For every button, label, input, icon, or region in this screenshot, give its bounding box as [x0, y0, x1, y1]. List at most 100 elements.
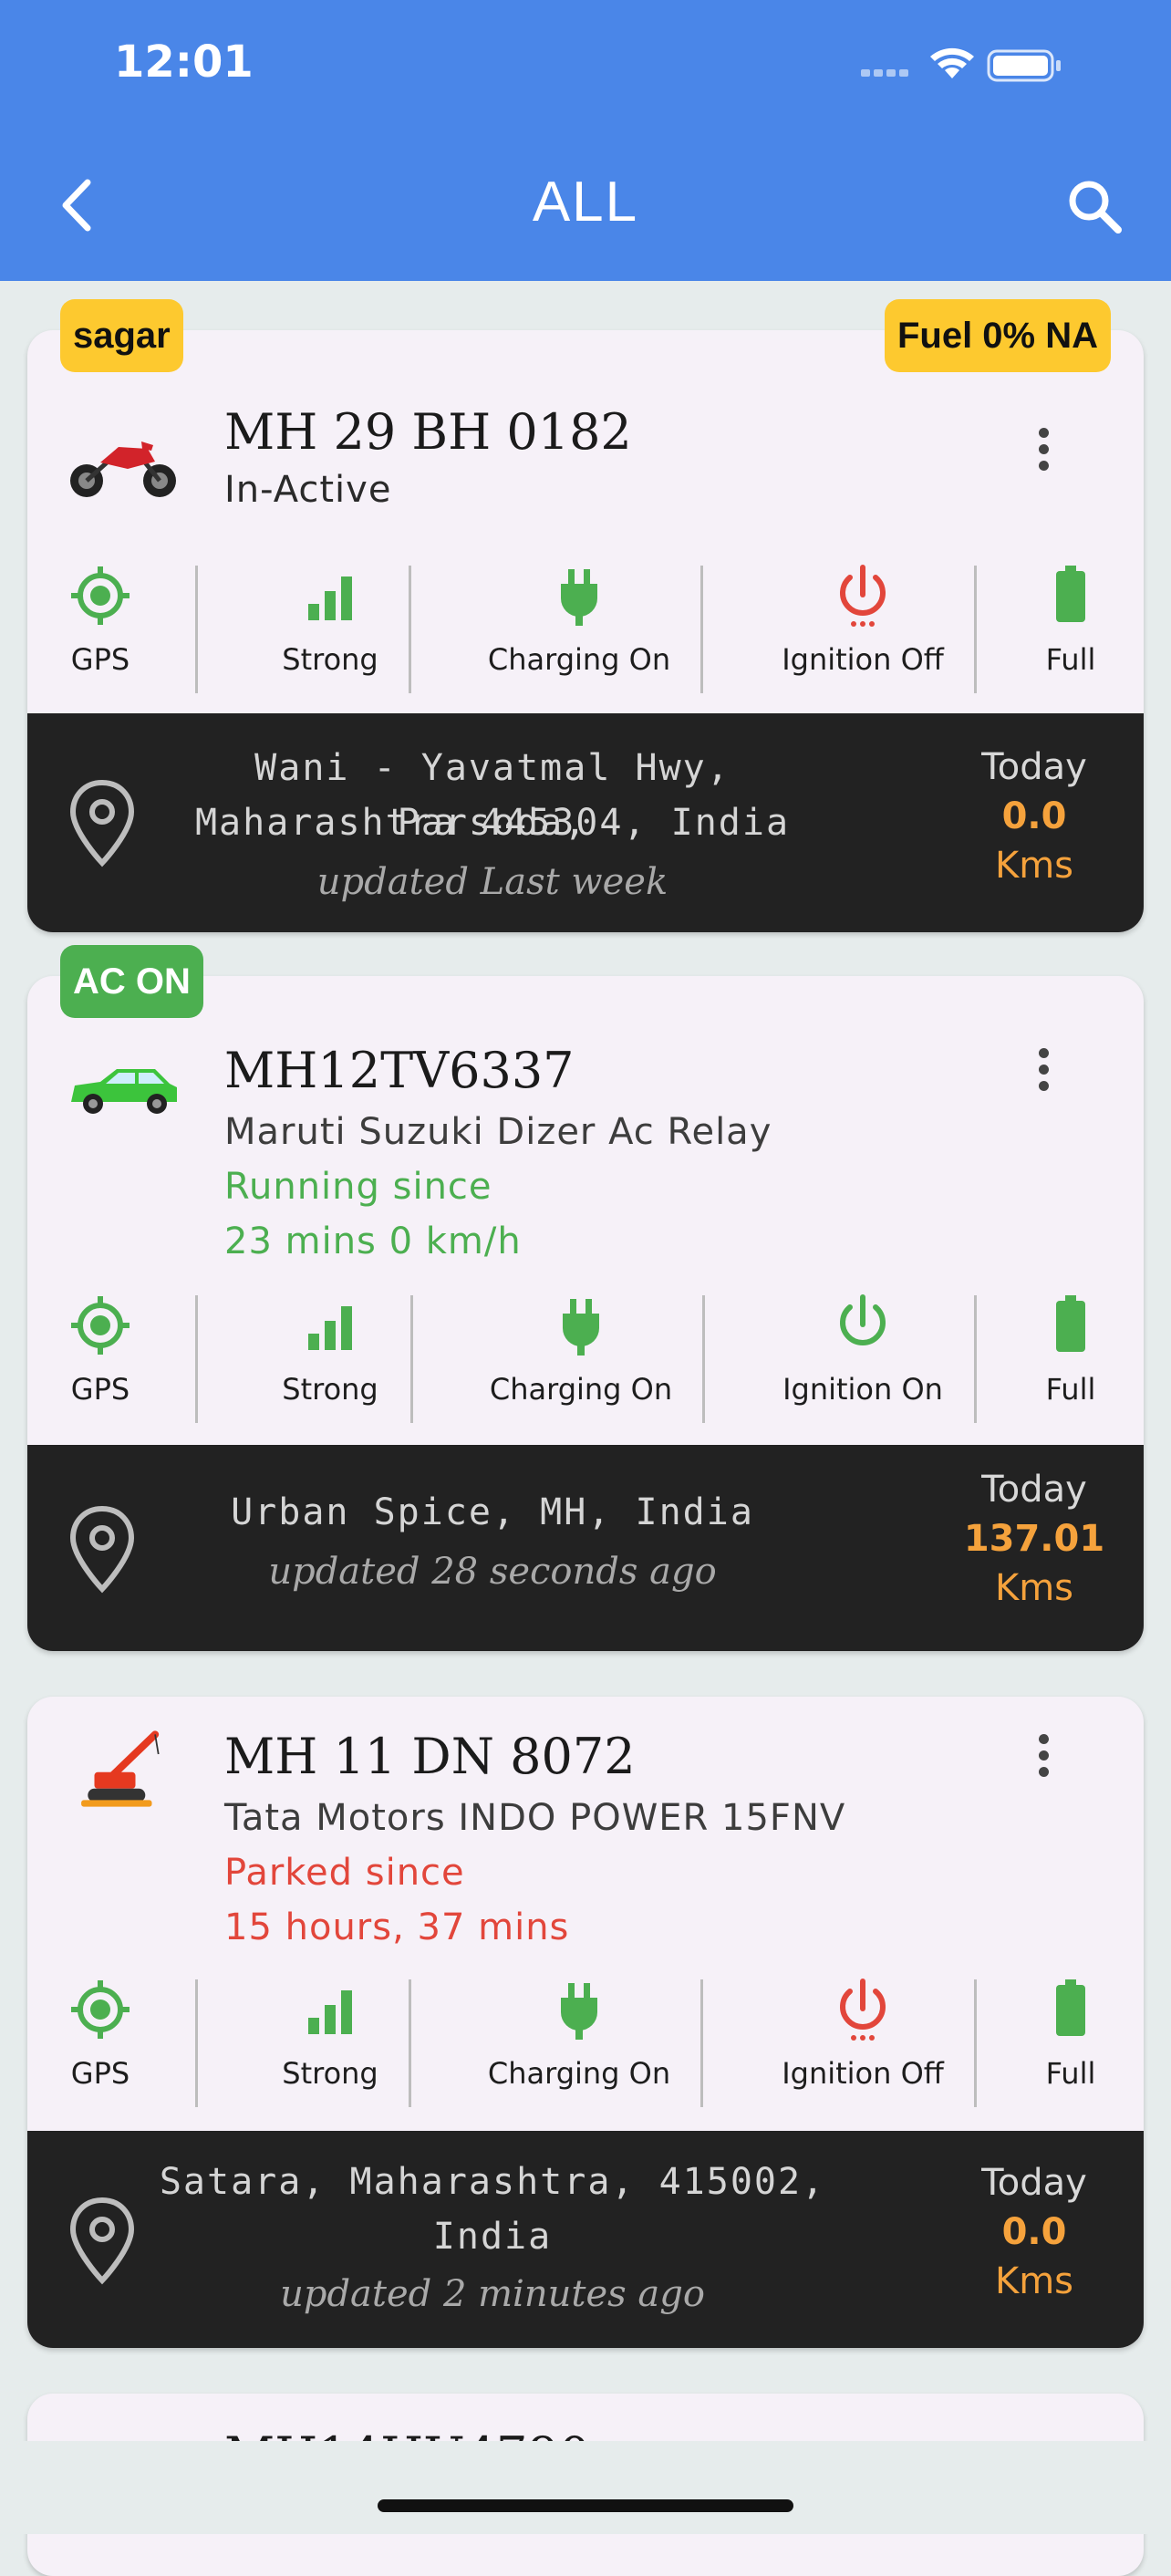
- location-band[interactable]: Urban Spice, MH, India updated 28 second…: [27, 1445, 1144, 1651]
- more-options-button[interactable]: [1025, 1728, 1062, 1801]
- address-line: Urban Spice, MH, India: [231, 1491, 754, 1533]
- vehicle-card[interactable]: MH 29 BH 0182 In-Active GPS Strong Charg…: [27, 330, 1144, 932]
- location-band[interactable]: Wani - Yavatmal Hwy, Parsoda, Maharashtr…: [27, 713, 1144, 932]
- app-header: 12:01 ALL: [0, 0, 1171, 281]
- wifi-icon: [930, 47, 974, 78]
- today-label: Today: [981, 746, 1087, 788]
- charging-status: Charging On: [430, 1286, 731, 1423]
- ignition-status: Ignition On: [726, 1286, 1000, 1423]
- address-line: Satara, Maharashtra, 415002,: [159, 2161, 826, 2203]
- ignition-status: Ignition Off: [726, 556, 1000, 693]
- charging-label: Charging On: [489, 1372, 673, 1407]
- more-options-button[interactable]: [1025, 1042, 1062, 1115]
- plug-icon: [563, 1299, 599, 1356]
- today-distance: Today 0.0 Kms: [943, 746, 1125, 887]
- today-label: Today: [981, 1469, 1087, 1511]
- vehicle-model: Maruti Suzuki Dizer Ac Relay: [224, 1111, 772, 1153]
- home-indicator[interactable]: [378, 2499, 793, 2512]
- plug-icon: [561, 569, 597, 626]
- ignition-status: Ignition Off: [726, 1970, 1000, 2107]
- vehicle-model: Tata Motors INDO POWER 15FNV: [224, 1797, 846, 1839]
- charging-label: Charging On: [487, 2056, 671, 2091]
- charging-status: Charging On: [429, 556, 730, 693]
- power-icon: [840, 1979, 886, 2041]
- signal-strength-icon: [308, 1990, 352, 2034]
- today-value: 0.0: [1001, 795, 1067, 837]
- fuel-badge: Fuel 0% NA: [884, 299, 1111, 372]
- battery-icon: [987, 49, 1061, 82]
- battery-label: Full: [1045, 1372, 1096, 1407]
- battery-full-icon: [1056, 1295, 1085, 1352]
- power-icon: [840, 565, 886, 627]
- gps-status: GPS: [27, 1970, 173, 2107]
- address-line: Maharashtra 445304, India: [194, 802, 791, 844]
- signal-label: Strong: [282, 642, 378, 677]
- signal-status: Strong: [221, 556, 440, 693]
- search-button[interactable]: [1062, 173, 1127, 239]
- gps-icon: [71, 566, 130, 625]
- location-pin-icon: [69, 779, 135, 867]
- ignition-label: Ignition Off: [782, 642, 944, 677]
- vehicle-status-text: In-Active: [224, 469, 392, 511]
- updated-time: updated 2 minutes ago: [280, 2273, 705, 2315]
- bottom-safe-area: [0, 2441, 1171, 2534]
- status-row: GPS Strong Charging On Ignition Off Full: [27, 556, 1144, 693]
- gps-label: GPS: [70, 2056, 130, 2091]
- battery-status: Full: [998, 556, 1144, 693]
- battery-label: Full: [1045, 642, 1096, 677]
- status-row: GPS Strong Charging On Ignition Off Full: [27, 1970, 1144, 2107]
- battery-full-icon: [1056, 566, 1085, 622]
- running-duration: 23 mins 0 km/h: [224, 1220, 522, 1262]
- vehicle-card[interactable]: MH 11 DN 8072 Tata Motors INDO POWER 15F…: [27, 1697, 1144, 2348]
- today-label: Today: [981, 2162, 1087, 2204]
- driver-badge: sagar: [60, 299, 183, 372]
- gps-label: GPS: [70, 1372, 130, 1407]
- signal-label: Strong: [282, 1372, 378, 1407]
- vehicle-reg: MH 11 DN 8072: [224, 1728, 636, 1785]
- gps-label: GPS: [70, 642, 130, 677]
- updated-time: updated 28 seconds ago: [268, 1551, 717, 1593]
- today-unit: Kms: [994, 845, 1074, 887]
- status-row: GPS Strong Charging On Ignition On Full: [27, 1286, 1144, 1423]
- battery-status: Full: [998, 1286, 1144, 1423]
- location-band[interactable]: Satara, Maharashtra, 415002, India updat…: [27, 2131, 1144, 2348]
- today-unit: Kms: [994, 1567, 1074, 1609]
- motorcycle-icon: [70, 441, 176, 497]
- vehicle-reg: MH12TV6337: [224, 1042, 575, 1099]
- ac-badge: AC ON: [60, 945, 203, 1018]
- gps-icon: [71, 1980, 130, 2039]
- running-since-label: Running since: [224, 1166, 492, 1208]
- address-line: India: [432, 2216, 553, 2258]
- vehicle-reg: MH 29 BH 0182: [224, 403, 632, 461]
- cellular-signal-icon: [861, 69, 908, 77]
- parked-duration: 15 hours, 37 mins: [224, 1906, 570, 1948]
- signal-status: Strong: [221, 1286, 440, 1423]
- charging-status: Charging On: [429, 1970, 730, 2107]
- updated-time: updated Last week: [316, 861, 668, 903]
- location-pin-icon: [69, 1505, 135, 1594]
- signal-label: Strong: [282, 2056, 378, 2091]
- gps-status: GPS: [27, 1286, 173, 1423]
- vehicle-card[interactable]: MH12TV6337 Maruti Suzuki Dizer Ac Relay …: [27, 976, 1144, 1651]
- charging-label: Charging On: [487, 642, 671, 677]
- signal-strength-icon: [308, 576, 352, 620]
- today-unit: Kms: [994, 2260, 1074, 2302]
- status-icons: [861, 47, 1061, 82]
- more-options-button[interactable]: [1025, 421, 1062, 494]
- signal-strength-icon: [308, 1306, 352, 1350]
- today-value: 0.0: [1001, 2211, 1067, 2253]
- car-icon: [71, 1069, 177, 1114]
- crane-icon: [81, 1730, 160, 1807]
- gps-icon: [71, 1296, 130, 1355]
- page-title: ALL: [532, 171, 639, 234]
- ignition-label: Ignition On: [782, 1372, 943, 1407]
- power-icon: [840, 1294, 886, 1345]
- battery-label: Full: [1045, 2056, 1096, 2091]
- gps-status: GPS: [27, 556, 173, 693]
- signal-status: Strong: [221, 1970, 440, 2107]
- status-time: 12:01: [114, 36, 254, 88]
- ignition-label: Ignition Off: [782, 2056, 944, 2091]
- today-value: 137.01: [963, 1518, 1105, 1560]
- battery-status: Full: [998, 1970, 1144, 2107]
- location-pin-icon: [69, 2197, 135, 2285]
